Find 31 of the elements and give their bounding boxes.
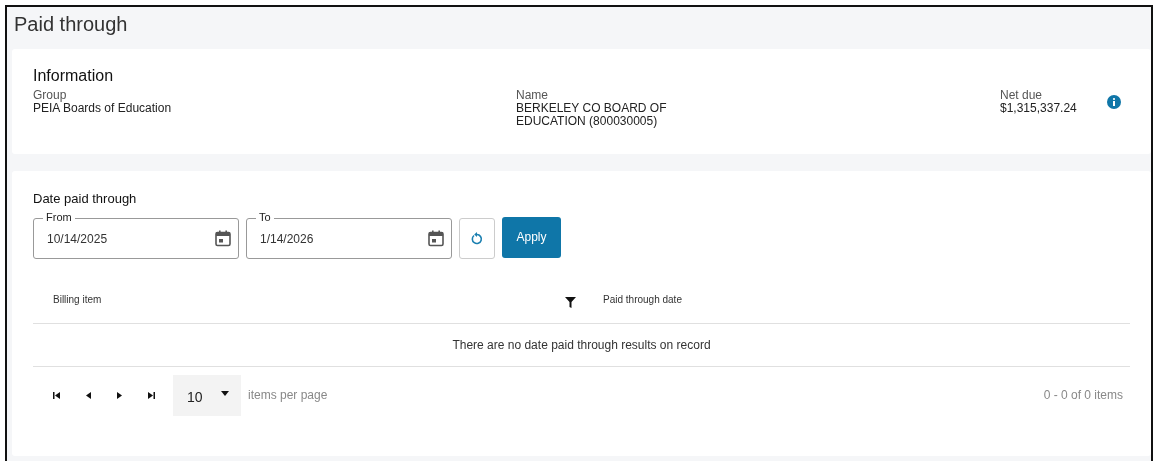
reset-button[interactable] <box>459 218 495 259</box>
field-label: Group <box>33 89 68 102</box>
field-label: From <box>43 210 75 224</box>
field-label: Name <box>516 89 549 102</box>
empty-message: There are no date paid through results on record <box>452 338 711 352</box>
page-size-label: items per page <box>248 388 328 402</box>
field-label: To <box>256 210 274 224</box>
field-value: BERKELEY CO BOARD OF EDUCATION (800030005) <box>516 102 668 128</box>
calendar-icon[interactable] <box>215 230 231 247</box>
date-field[interactable]: To 1/14/2026 <box>246 210 452 259</box>
field-value: PEIA Boards of Education <box>33 102 173 115</box>
pager-summary: 0 - 0 of 0 items <box>1043 388 1124 402</box>
dropdown-caret-icon <box>220 390 229 396</box>
first-page-icon[interactable] <box>53 391 60 399</box>
page-size-dropdown[interactable]: 10 <box>173 374 241 416</box>
apply-button[interactable]: Apply <box>502 216 561 258</box>
next-page-icon[interactable] <box>117 391 122 399</box>
page-title: Paid through <box>13 12 129 37</box>
section-title: Information <box>33 67 115 85</box>
date-field[interactable]: From 10/14/2025 <box>33 210 239 259</box>
field-value: $1,315,337.24 <box>1000 102 1078 115</box>
refresh-icon <box>471 232 483 245</box>
field-label: Net due <box>1000 89 1044 102</box>
previous-page-icon[interactable] <box>86 391 91 399</box>
section-title: Date paid through <box>33 191 138 206</box>
last-page-icon[interactable] <box>148 391 155 399</box>
filter-icon[interactable] <box>565 296 576 308</box>
column-header[interactable]: Paid through date <box>576 293 682 305</box>
calendar-icon[interactable] <box>428 230 444 247</box>
column-header[interactable]: Billing item <box>33 293 565 305</box>
info-icon[interactable] <box>1107 95 1121 109</box>
